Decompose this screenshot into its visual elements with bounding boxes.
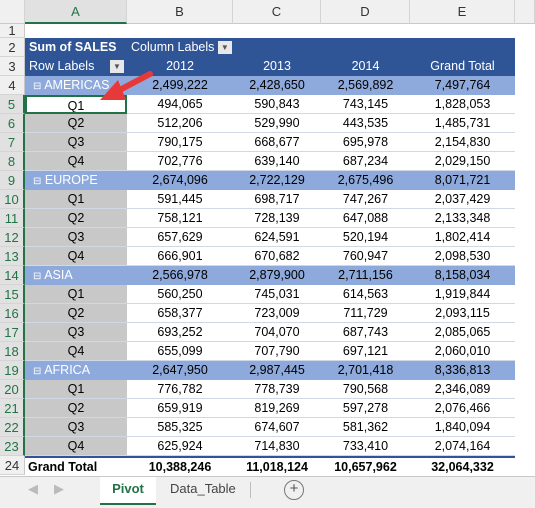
red-arrow-annotation bbox=[100, 71, 153, 100]
